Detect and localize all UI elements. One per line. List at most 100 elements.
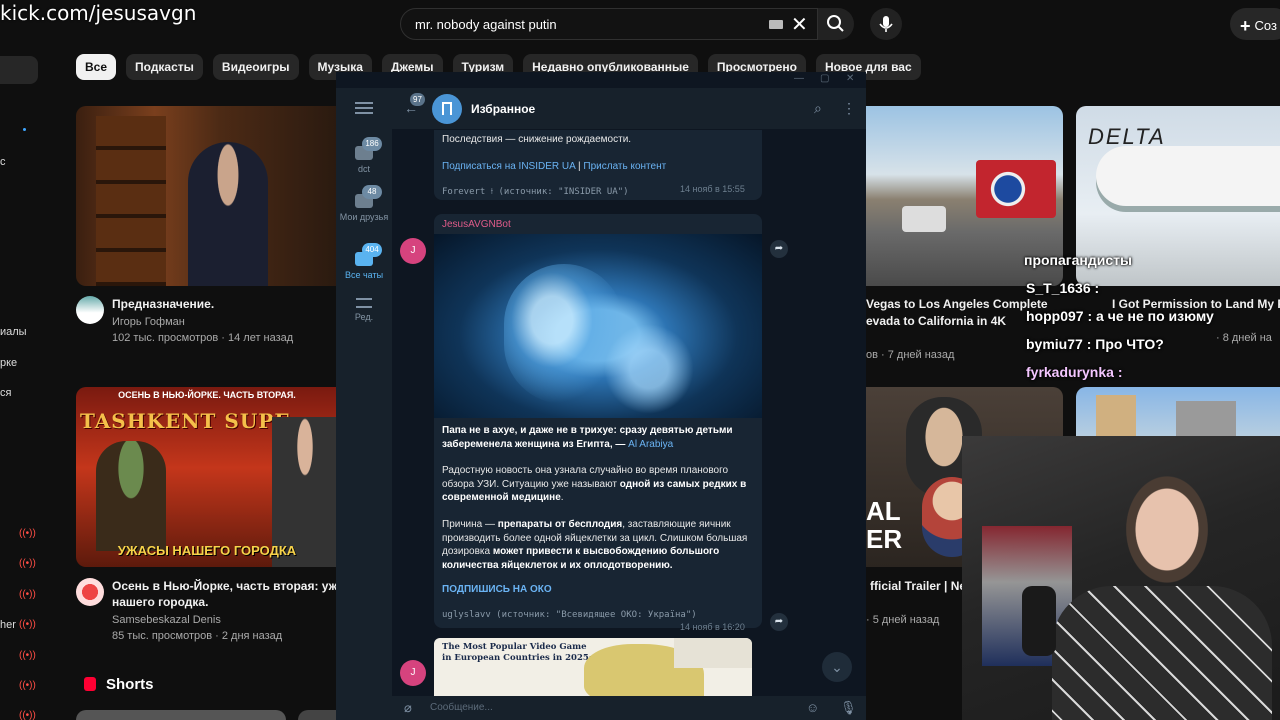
video-meta: 102 тыс. просмотров · 14 лет назад — [112, 332, 294, 344]
video-thumbnail[interactable] — [1076, 387, 1280, 439]
message-feed: Последствия — снижение рождаемости. Подп… — [392, 130, 866, 696]
folder-label: Ред. — [354, 312, 374, 322]
message-link[interactable]: ПОДПИШИСЬ НА ОКО — [442, 584, 552, 595]
clear-search-icon[interactable]: ✕ — [791, 12, 808, 37]
channel-name[interactable]: Игорь Гофман — [112, 315, 185, 330]
video-title[interactable]: Осень в Нью-Йорке, часть вторая: ужас — [112, 578, 351, 594]
minimize-icon[interactable]: — — [794, 73, 804, 84]
sender-name[interactable]: JesusAVGNBot — [442, 219, 511, 230]
folder-my-friends[interactable]: 48 Мои друзья — [336, 185, 392, 223]
webcam-shirt — [1052, 586, 1272, 720]
yt-voice-search-button[interactable] — [870, 8, 902, 40]
sidebar-fragment[interactable]: с — [0, 156, 6, 168]
live-icon: ((•)) — [19, 528, 36, 539]
stream-chat-user: S_T_1636 : — [1026, 280, 1100, 296]
search-icon[interactable]: ⌕ — [814, 100, 822, 117]
telegram-window: — ▢ ✕ 186 dct 48 Мои друзья 404 Все чаты… — [336, 72, 866, 720]
channel-avatar[interactable] — [76, 296, 104, 324]
thumbnail-caption: ОСЕНЬ В НЬЮ-ЙОРКЕ. ЧАСТЬ ВТОРАЯ. — [118, 390, 296, 400]
shorts-label: Shorts — [106, 676, 154, 693]
shorts-thumbnail[interactable] — [76, 710, 286, 720]
folder-label: Все чаты — [344, 270, 384, 280]
sender-avatar[interactable]: J — [400, 660, 426, 686]
folder-dct[interactable]: 186 dct — [336, 137, 392, 175]
sender-avatar[interactable]: J — [400, 238, 426, 264]
video-title-line2[interactable]: evada to California in 4K — [866, 313, 1006, 329]
thumbnail-logo: DELTA — [1088, 124, 1166, 149]
yt-create-button[interactable]: + Соз — [1230, 8, 1280, 40]
stream-chat-user: fyrkadurynka : — [1026, 364, 1123, 380]
sidebar-fragment[interactable]: рке — [0, 357, 17, 369]
sidebar-fragment[interactable]: иалы — [0, 326, 27, 338]
yt-search-box[interactable]: mr. nobody against putin ✕ — [400, 8, 818, 40]
video-meta: · 8 дней на — [1216, 332, 1272, 344]
image-title: in European Countries in 2025: — [442, 653, 592, 663]
forward-icon[interactable]: ➦ — [770, 613, 788, 631]
chip-videogames[interactable]: Видеоигры — [212, 54, 299, 80]
thumbnail-building — [1096, 395, 1136, 439]
yt-search-button[interactable] — [818, 8, 854, 40]
video-title[interactable]: Предназначение. — [112, 296, 214, 312]
message-image[interactable]: The Most Popular Video Game in European … — [434, 638, 752, 696]
forward-icon[interactable]: ➦ — [770, 240, 788, 258]
channel-name[interactable]: Samsebeskazal Denis — [112, 613, 221, 628]
video-title[interactable]: Vegas to Los Angeles Complete — [866, 296, 1048, 312]
stream-chat-line: hopp097 : а че не по изюму — [1026, 308, 1214, 324]
message-bubble[interactable]: Последствия — снижение рождаемости. Подп… — [434, 130, 762, 200]
yt-search-input[interactable]: mr. nobody against putin — [415, 17, 557, 32]
chip-podcasts[interactable]: Подкасты — [126, 54, 203, 80]
emoji-icon[interactable]: ☺ — [806, 700, 819, 715]
chat-title[interactable]: Избранное — [471, 102, 535, 116]
live-icon: ((•)) — [19, 650, 36, 661]
shorts-section-title[interactable]: Shorts — [84, 676, 154, 693]
sidebar-fragment[interactable]: ся — [0, 387, 11, 399]
folder-edit[interactable]: Ред. — [336, 298, 392, 323]
microphone-icon[interactable]: 🎙 — [840, 700, 857, 716]
close-icon[interactable]: ✕ — [846, 73, 854, 84]
message-link[interactable]: Al Arabiya — [628, 439, 673, 450]
message-link[interactable]: Прислать контент — [583, 161, 666, 172]
sidebar-active-item[interactable] — [0, 56, 38, 84]
thumbnail-building — [1176, 401, 1236, 439]
thumbnail-shelf — [96, 116, 166, 286]
folder-label: dct — [357, 164, 370, 174]
folder-all-chats[interactable]: 404 Все чаты — [336, 243, 392, 281]
maximize-icon[interactable]: ▢ — [820, 73, 829, 84]
edit-folders-icon — [356, 298, 372, 308]
video-title-line2[interactable]: нашего городка. — [112, 594, 208, 610]
stream-chat-line: bymiu77 : Про ЧТО? — [1026, 336, 1164, 352]
sidebar-fragment[interactable]: her — [0, 619, 16, 631]
shorts-icon — [84, 677, 96, 691]
message-paragraph: Причина — препараты от бесплодия, застав… — [442, 518, 754, 572]
video-title[interactable]: fficial Trailer | Net — [870, 578, 970, 594]
forward-source: uglyslavv (источник: "Всевидящее ОКО: Ук… — [442, 610, 697, 620]
hamburger-menu-icon[interactable] — [355, 102, 373, 114]
message-input[interactable]: Сообщение... — [430, 702, 493, 713]
message-time: 14 нояб в 16:20 — [680, 622, 745, 632]
live-icon: ((•)) — [19, 558, 36, 569]
channel-avatar[interactable] — [76, 578, 104, 606]
stream-chat-user: hopp097 : — [1026, 308, 1093, 324]
stream-chat-text: Про ЧТО? — [1095, 336, 1164, 352]
telegram-chat-header: ← 97 Избранное ⌕ ⋮ — [392, 88, 866, 130]
video-thumbnail[interactable] — [76, 106, 338, 286]
thumbnail-plane — [1096, 146, 1280, 206]
unread-badge: 186 — [362, 137, 382, 151]
chip-all[interactable]: Все — [76, 54, 117, 80]
unread-badge: 404 — [362, 243, 382, 257]
image-fetus — [604, 324, 694, 414]
message-link[interactable]: Подписаться на INSIDER UA — [442, 161, 575, 172]
keyboard-icon[interactable] — [769, 20, 783, 29]
thumbnail-caption: ER — [866, 524, 903, 554]
message-bubble[interactable]: JesusAVGNBot Папа не в ахуе, и даже не в… — [434, 214, 762, 632]
message-image[interactable] — [434, 234, 762, 418]
message-paragraph: Папа не в ахуе, и даже не в трихуе: сраз… — [442, 424, 754, 451]
video-thumbnail[interactable]: ОСЕНЬ В НЬЮ-ЙОРКЕ. ЧАСТЬ ВТОРАЯ. TASHKEN… — [76, 387, 338, 567]
plus-icon: + — [1240, 16, 1251, 36]
attach-icon[interactable]: ⌀ — [404, 700, 412, 716]
shorts-thumbnail[interactable] — [298, 710, 338, 720]
stream-chat-message: пропагандисты — [1024, 252, 1132, 268]
scroll-to-bottom-button[interactable]: ⌄ — [822, 652, 852, 682]
live-icon: ((•)) — [19, 619, 36, 630]
more-options-icon[interactable]: ⋮ — [842, 100, 856, 117]
